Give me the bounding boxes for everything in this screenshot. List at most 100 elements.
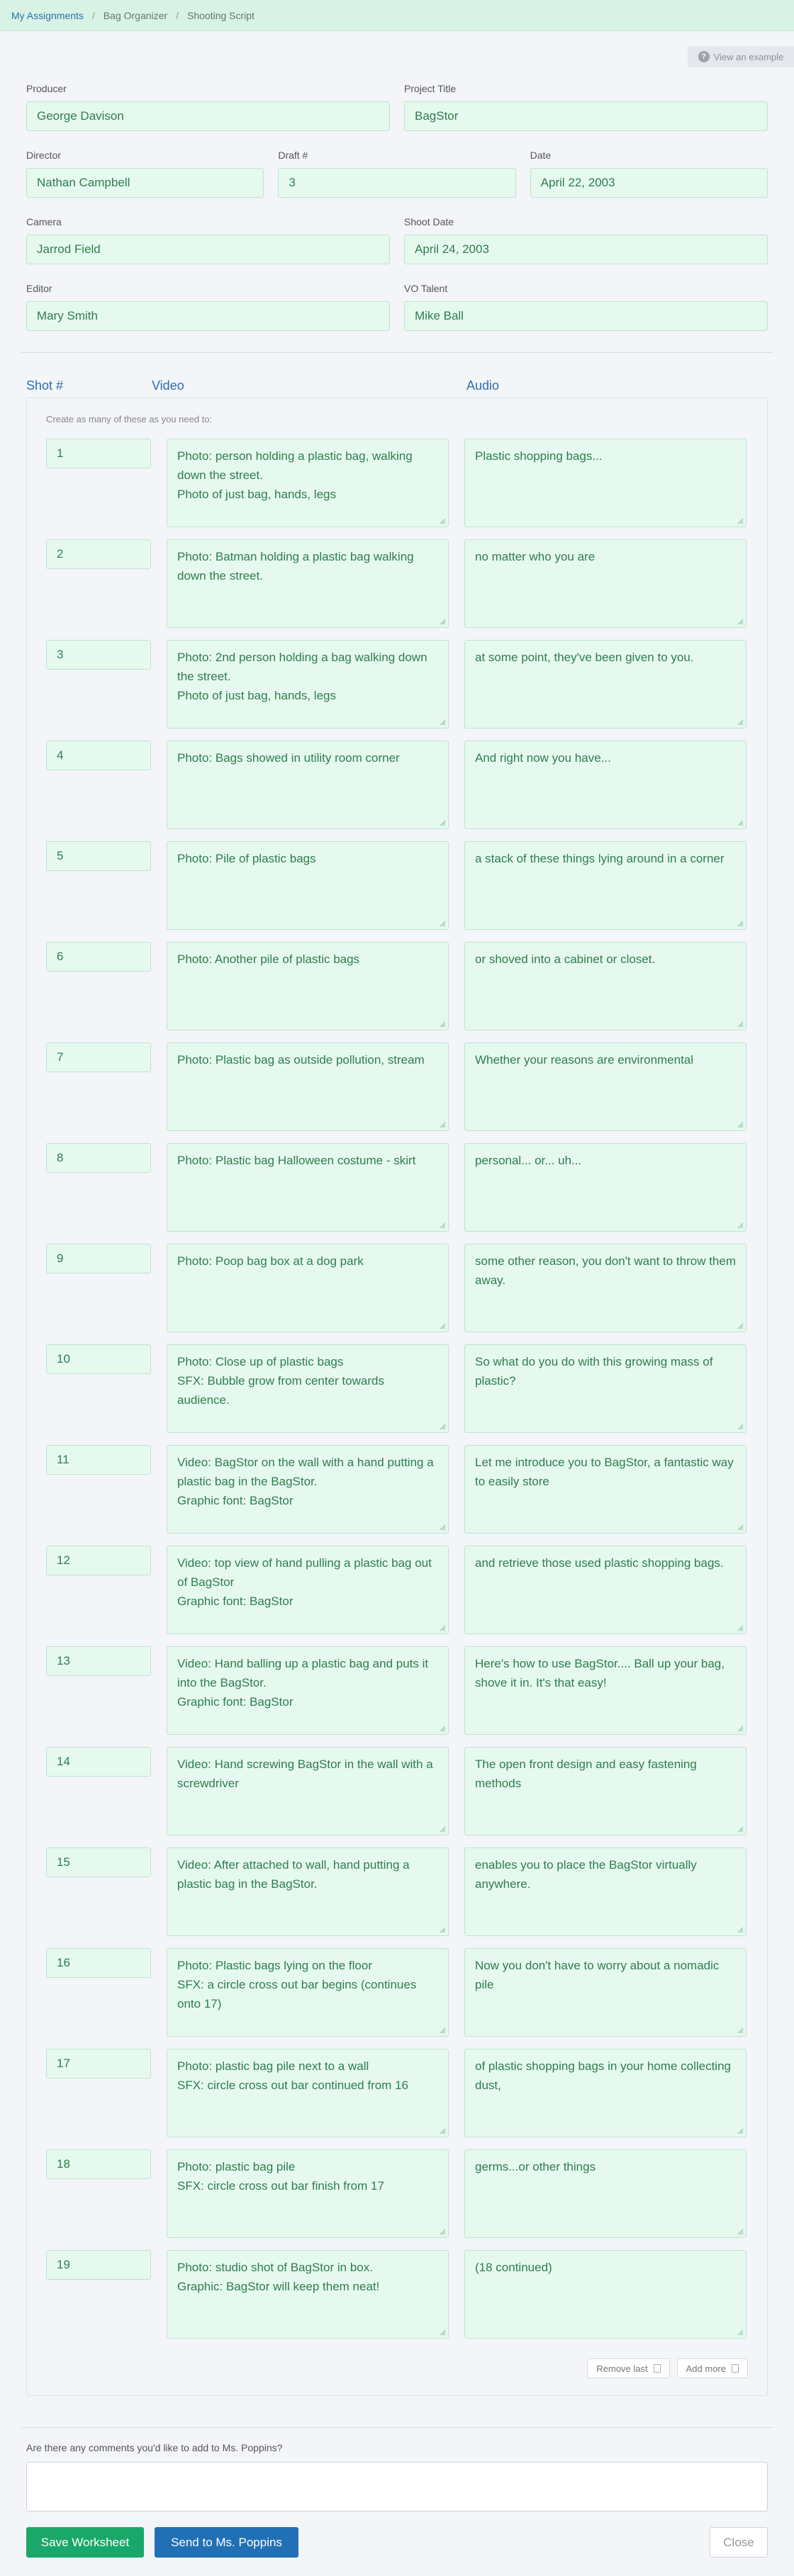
shot-number-field[interactable]: 3 <box>46 640 151 670</box>
audio-textarea[interactable]: at some point, they've been given to you… <box>464 640 747 729</box>
shot-number-field[interactable]: 6 <box>46 942 151 972</box>
resize-grip-icon[interactable] <box>737 2027 744 2034</box>
video-textarea[interactable]: Video: Hand screwing BagStor in the wall… <box>167 1747 449 1835</box>
close-button[interactable]: Close <box>710 2527 768 2558</box>
video-textarea[interactable]: Photo: Bags showed in utility room corne… <box>167 741 449 829</box>
resize-grip-icon[interactable] <box>737 2228 744 2235</box>
shot-number-field[interactable]: 9 <box>46 1244 151 1273</box>
remove-last-button[interactable]: Remove last <box>587 2358 670 2378</box>
video-textarea[interactable]: Photo: Plastic bags lying on the floor S… <box>167 1948 449 2037</box>
video-textarea[interactable]: Photo: 2nd person holding a bag walking … <box>167 640 449 729</box>
resize-grip-icon[interactable] <box>737 2127 744 2135</box>
audio-textarea[interactable]: some other reason, you don't want to thr… <box>464 1244 747 1332</box>
resize-grip-icon[interactable] <box>439 1222 446 1229</box>
audio-textarea[interactable]: And right now you have... <box>464 741 747 829</box>
shot-number-field[interactable]: 16 <box>46 1948 151 1978</box>
shoot-date-field[interactable]: April 24, 2003 <box>404 235 768 264</box>
video-textarea[interactable]: Photo: plastic bag pile next to a wall S… <box>167 2049 449 2137</box>
audio-textarea[interactable]: Let me introduce you to BagStor, a fanta… <box>464 1445 747 1534</box>
resize-grip-icon[interactable] <box>439 1725 446 1732</box>
camera-field[interactable]: Jarrod Field <box>26 235 390 264</box>
video-textarea[interactable]: Photo: Pile of plastic bags <box>167 841 449 930</box>
video-textarea[interactable]: Video: After attached to wall, hand putt… <box>167 1847 449 1936</box>
resize-grip-icon[interactable] <box>737 1423 744 1430</box>
resize-grip-icon[interactable] <box>439 1826 446 1833</box>
breadcrumb-my-assignments[interactable]: My Assignments <box>11 10 84 21</box>
resize-grip-icon[interactable] <box>439 1322 446 1329</box>
audio-textarea[interactable]: or shoved into a cabinet or closet. <box>464 942 747 1030</box>
resize-grip-icon[interactable] <box>737 1222 744 1229</box>
shot-number-field[interactable]: 12 <box>46 1546 151 1575</box>
video-textarea[interactable]: Photo: Close up of plastic bags SFX: Bub… <box>167 1344 449 1433</box>
shot-number-field[interactable]: 5 <box>46 841 151 871</box>
resize-grip-icon[interactable] <box>439 618 446 625</box>
audio-textarea[interactable]: The open front design and easy fastening… <box>464 1747 747 1835</box>
shot-number-field[interactable]: 1 <box>46 439 151 468</box>
shot-number-field[interactable]: 17 <box>46 2049 151 2079</box>
resize-grip-icon[interactable] <box>439 2027 446 2034</box>
resize-grip-icon[interactable] <box>439 1926 446 1933</box>
resize-grip-icon[interactable] <box>737 1121 744 1128</box>
resize-grip-icon[interactable] <box>439 1423 446 1430</box>
director-field[interactable]: Nathan Campbell <box>26 168 264 198</box>
resize-grip-icon[interactable] <box>439 2127 446 2135</box>
vo-talent-field[interactable]: Mike Ball <box>404 301 768 331</box>
shot-number-field[interactable]: 18 <box>46 2149 151 2179</box>
audio-textarea[interactable]: a stack of these things lying around in … <box>464 841 747 930</box>
audio-textarea[interactable]: Now you don't have to worry about a noma… <box>464 1948 747 2037</box>
video-textarea[interactable]: Video: Hand balling up a plastic bag and… <box>167 1646 449 1735</box>
resize-grip-icon[interactable] <box>439 2228 446 2235</box>
audio-textarea[interactable]: Whether your reasons are environmental <box>464 1042 747 1131</box>
project-title-field[interactable]: BagStor <box>404 101 768 131</box>
shot-number-field[interactable]: 19 <box>46 2250 151 2280</box>
resize-grip-icon[interactable] <box>737 618 744 625</box>
draft-field[interactable]: 3 <box>278 168 516 198</box>
breadcrumb-bag-organizer[interactable]: Bag Organizer <box>104 10 167 21</box>
add-more-button[interactable]: Add more <box>676 2358 748 2378</box>
resize-grip-icon[interactable] <box>737 1322 744 1329</box>
shot-number-field[interactable]: 15 <box>46 1847 151 1877</box>
video-textarea[interactable]: Photo: Another pile of plastic bags <box>167 942 449 1030</box>
resize-grip-icon[interactable] <box>439 719 446 726</box>
audio-textarea[interactable]: Here's how to use BagStor.... Ball up yo… <box>464 1646 747 1735</box>
save-worksheet-button[interactable]: Save Worksheet <box>26 2527 144 2558</box>
send-button[interactable]: Send to Ms. Poppins <box>155 2527 298 2558</box>
resize-grip-icon[interactable] <box>737 517 744 524</box>
producer-field[interactable]: George Davison <box>26 101 390 131</box>
view-example-button[interactable]: ? View an example <box>688 46 794 67</box>
audio-textarea[interactable]: and retrieve those used plastic shopping… <box>464 1546 747 1634</box>
shot-number-field[interactable]: 2 <box>46 539 151 569</box>
audio-textarea[interactable]: Plastic shopping bags... <box>464 439 747 527</box>
resize-grip-icon[interactable] <box>737 1020 744 1028</box>
editor-field[interactable]: Mary Smith <box>26 301 390 331</box>
resize-grip-icon[interactable] <box>737 920 744 927</box>
resize-grip-icon[interactable] <box>737 819 744 826</box>
resize-grip-icon[interactable] <box>439 1524 446 1531</box>
audio-textarea[interactable]: So what do you do with this growing mass… <box>464 1344 747 1433</box>
video-textarea[interactable]: Video: top view of hand pulling a plasti… <box>167 1546 449 1634</box>
audio-textarea[interactable]: of plastic shopping bags in your home co… <box>464 2049 747 2137</box>
shot-number-field[interactable]: 8 <box>46 1143 151 1173</box>
resize-grip-icon[interactable] <box>439 1624 446 1631</box>
resize-grip-icon[interactable] <box>439 1121 446 1128</box>
shot-number-field[interactable]: 10 <box>46 1344 151 1374</box>
resize-grip-icon[interactable] <box>439 819 446 826</box>
video-textarea[interactable]: Photo: studio shot of BagStor in box. Gr… <box>167 2250 449 2339</box>
video-textarea[interactable]: Photo: person holding a plastic bag, wal… <box>167 439 449 527</box>
video-textarea[interactable]: Photo: plastic bag pile SFX: circle cros… <box>167 2149 449 2238</box>
resize-grip-icon[interactable] <box>737 1725 744 1732</box>
video-textarea[interactable]: Photo: Plastic bag Halloween costume - s… <box>167 1143 449 1232</box>
resize-grip-icon[interactable] <box>737 719 744 726</box>
audio-textarea[interactable]: germs...or other things <box>464 2149 747 2238</box>
resize-grip-icon[interactable] <box>737 2329 744 2336</box>
shot-number-field[interactable]: 11 <box>46 1445 151 1475</box>
shot-number-field[interactable]: 14 <box>46 1747 151 1777</box>
comments-textarea[interactable] <box>26 2462 768 2512</box>
resize-grip-icon[interactable] <box>439 2329 446 2336</box>
video-textarea[interactable]: Photo: Poop bag box at a dog park <box>167 1244 449 1332</box>
video-textarea[interactable]: Photo: Batman holding a plastic bag walk… <box>167 539 449 628</box>
resize-grip-icon[interactable] <box>439 1020 446 1028</box>
shot-number-field[interactable]: 13 <box>46 1646 151 1676</box>
video-textarea[interactable]: Video: BagStor on the wall with a hand p… <box>167 1445 449 1534</box>
resize-grip-icon[interactable] <box>737 1926 744 1933</box>
